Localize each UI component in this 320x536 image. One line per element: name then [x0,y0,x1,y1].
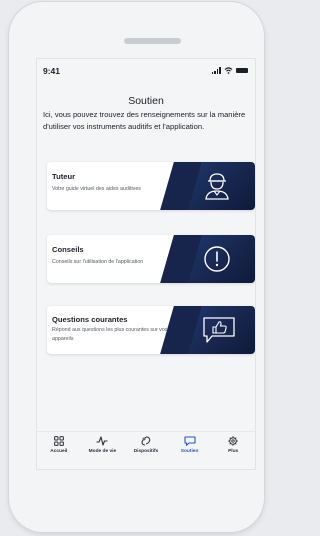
card-faq-title: Questions courantes [52,315,128,324]
tab-support-label: Soutien [180,449,199,454]
speaker-grille [124,38,181,44]
status-time: 9:41 [43,66,61,76]
exclamation-circle-icon [204,246,230,272]
tab-more-label: Plus [228,449,239,454]
tab-more[interactable]: Plus [213,432,253,454]
battery-icon [236,68,248,73]
tab-lifestyle-label: Mode de vie [88,449,117,454]
page-title: Soutien [128,95,164,107]
chat-bubble-icon [184,436,196,446]
card-faq-image [181,306,255,354]
tab-lifestyle[interactable]: Mode de vie [82,432,122,454]
tab-home[interactable]: Accueil [39,432,79,454]
card-tutor-title: Tuteur [52,172,76,181]
thumbs-up-chat-icon [203,317,235,343]
card-faq[interactable]: Questions courantes Répond aux questions… [47,306,255,354]
signal-icon [211,67,221,74]
bottom-tab-bar: Accueil Mode de vie Dispositifs Soutien … [37,431,255,469]
wifi-icon [224,67,233,74]
app-screen: 9:41 Soutien Ici, vous pouvez trouvez de… [36,58,256,470]
phone-frame: 9:41 Soutien Ici, vous pouvez trouvez de… [9,2,264,532]
status-icons [211,67,248,74]
page-intro: Ici, vous pouvez trouvez des renseigneme… [43,110,246,131]
status-bar: 9:41 [37,65,255,79]
card-tutor[interactable]: Tuteur Votre guide virtuel des aides aud… [47,162,255,210]
card-tips-title: Conseils [52,245,84,254]
pulse-icon [96,436,108,446]
tab-devices[interactable]: Dispositifs [126,432,166,454]
tab-support[interactable]: Soutien [170,432,210,454]
card-tutor-image [181,162,255,210]
card-tips-image [181,235,255,283]
gear-icon [228,436,238,446]
tutor-person-icon [205,173,229,200]
tab-home-label: Accueil [50,449,68,454]
card-tips[interactable]: Conseils Conseils sur l'utilisation de l… [47,235,255,283]
hearing-aid-icon [141,436,151,446]
tab-devices-label: Dispositifs [133,449,159,454]
grid-icon [53,436,64,446]
